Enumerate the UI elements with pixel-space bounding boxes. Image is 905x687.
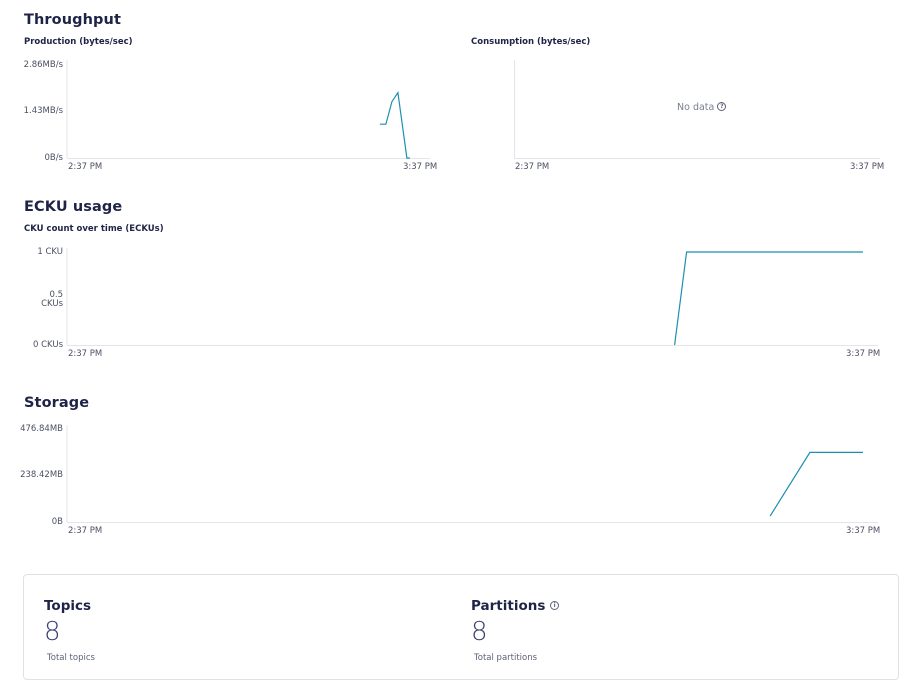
partitions-title-row: Partitions i [471, 598, 560, 614]
topics-caption: Total topics [47, 653, 95, 663]
summary-card: Topics 8 Total topics Partitions i 8 Tot… [23, 574, 899, 680]
partitions-count: 8 [471, 617, 488, 647]
partitions-title: Partitions [471, 598, 546, 614]
topics-title: Topics [44, 598, 92, 614]
topics-count: 8 [44, 617, 61, 647]
info-icon[interactable]: i [550, 601, 560, 610]
storage-series-line [769, 451, 863, 517]
partitions-caption: Total partitions [474, 653, 538, 663]
